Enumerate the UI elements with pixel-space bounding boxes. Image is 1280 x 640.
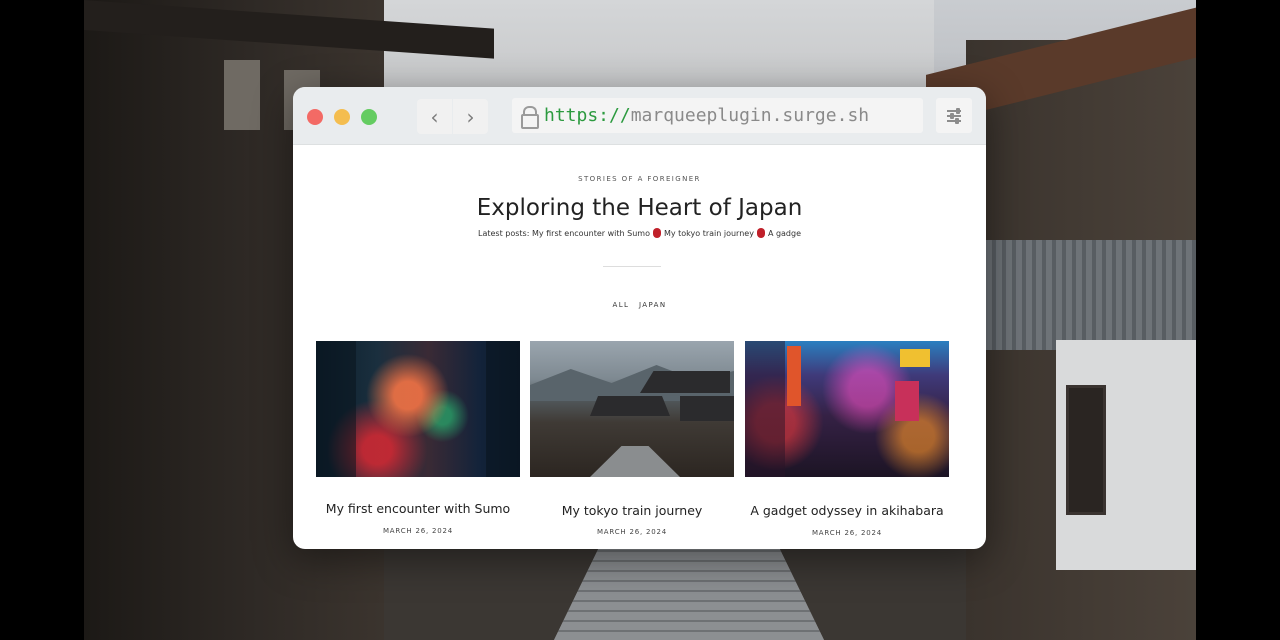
background-window — [1066, 385, 1106, 515]
post-thumbnail[interactable] — [530, 341, 734, 477]
browser-window: ‹ › https://marqueeplugin.surge.sh STORI… — [293, 87, 986, 549]
post-date: MARCH 26, 2024 — [811, 529, 883, 537]
filter-all[interactable]: ALL — [613, 301, 630, 309]
latest-posts-marquee: Latest posts: My first encounter with Su… — [293, 228, 986, 238]
latest-post-link[interactable]: My tokyo train journey — [664, 229, 754, 238]
lock-icon — [520, 105, 539, 129]
lantern-separator-icon — [756, 228, 765, 238]
forward-button[interactable]: › — [453, 99, 488, 134]
page-title: Exploring the Heart of Japan — [476, 195, 803, 221]
post-date: MARCH 26, 2024 — [382, 527, 454, 535]
divider — [603, 266, 661, 267]
post-title[interactable]: My tokyo train journey — [530, 503, 734, 518]
latest-post-link[interactable]: My first encounter with Sumo — [532, 229, 650, 238]
background-house-right — [926, 5, 1196, 640]
post-thumbnail[interactable] — [745, 341, 949, 477]
site-tagline: STORIES OF A FOREIGNER — [578, 175, 701, 183]
filter-japan[interactable]: JAPAN — [639, 301, 667, 309]
settings-button[interactable] — [936, 98, 972, 133]
post-thumbnail[interactable] — [316, 341, 520, 477]
chevron-right-icon: › — [466, 104, 475, 129]
background-white-wall — [1056, 340, 1196, 570]
back-button[interactable]: ‹ — [417, 99, 452, 134]
minimize-window-button[interactable] — [334, 109, 350, 125]
latest-post-link[interactable]: A gadge — [768, 229, 801, 238]
web-page: STORIES OF A FOREIGNER Exploring the Hea… — [293, 145, 986, 549]
latest-posts-label: Latest posts: — [477, 229, 530, 238]
post-card[interactable]: My tokyo train journey MARCH 26, 2024 — [530, 341, 734, 536]
post-card[interactable]: My first encounter with Sumo MARCH 26, 2… — [316, 341, 520, 535]
category-filters: ALL JAPAN — [293, 301, 986, 309]
background-tiled-roof — [956, 240, 1196, 350]
address-bar[interactable]: https://marqueeplugin.surge.sh — [512, 98, 923, 133]
lantern-separator-icon — [652, 228, 661, 238]
post-title[interactable]: A gadget odyssey in akihabara — [745, 503, 949, 518]
background-window — [224, 60, 260, 130]
url-scheme: https:// — [544, 105, 631, 126]
maximize-window-button[interactable] — [361, 109, 377, 125]
browser-toolbar: ‹ › https://marqueeplugin.surge.sh — [293, 87, 986, 145]
chevron-left-icon: ‹ — [430, 104, 439, 129]
url-host: marqueeplugin.surge.sh — [630, 105, 870, 126]
close-window-button[interactable] — [307, 109, 323, 125]
post-card[interactable]: A gadget odyssey in akihabara MARCH 26, … — [745, 341, 949, 537]
post-date: MARCH 26, 2024 — [596, 528, 668, 536]
post-title[interactable]: My first encounter with Sumo — [316, 501, 520, 516]
